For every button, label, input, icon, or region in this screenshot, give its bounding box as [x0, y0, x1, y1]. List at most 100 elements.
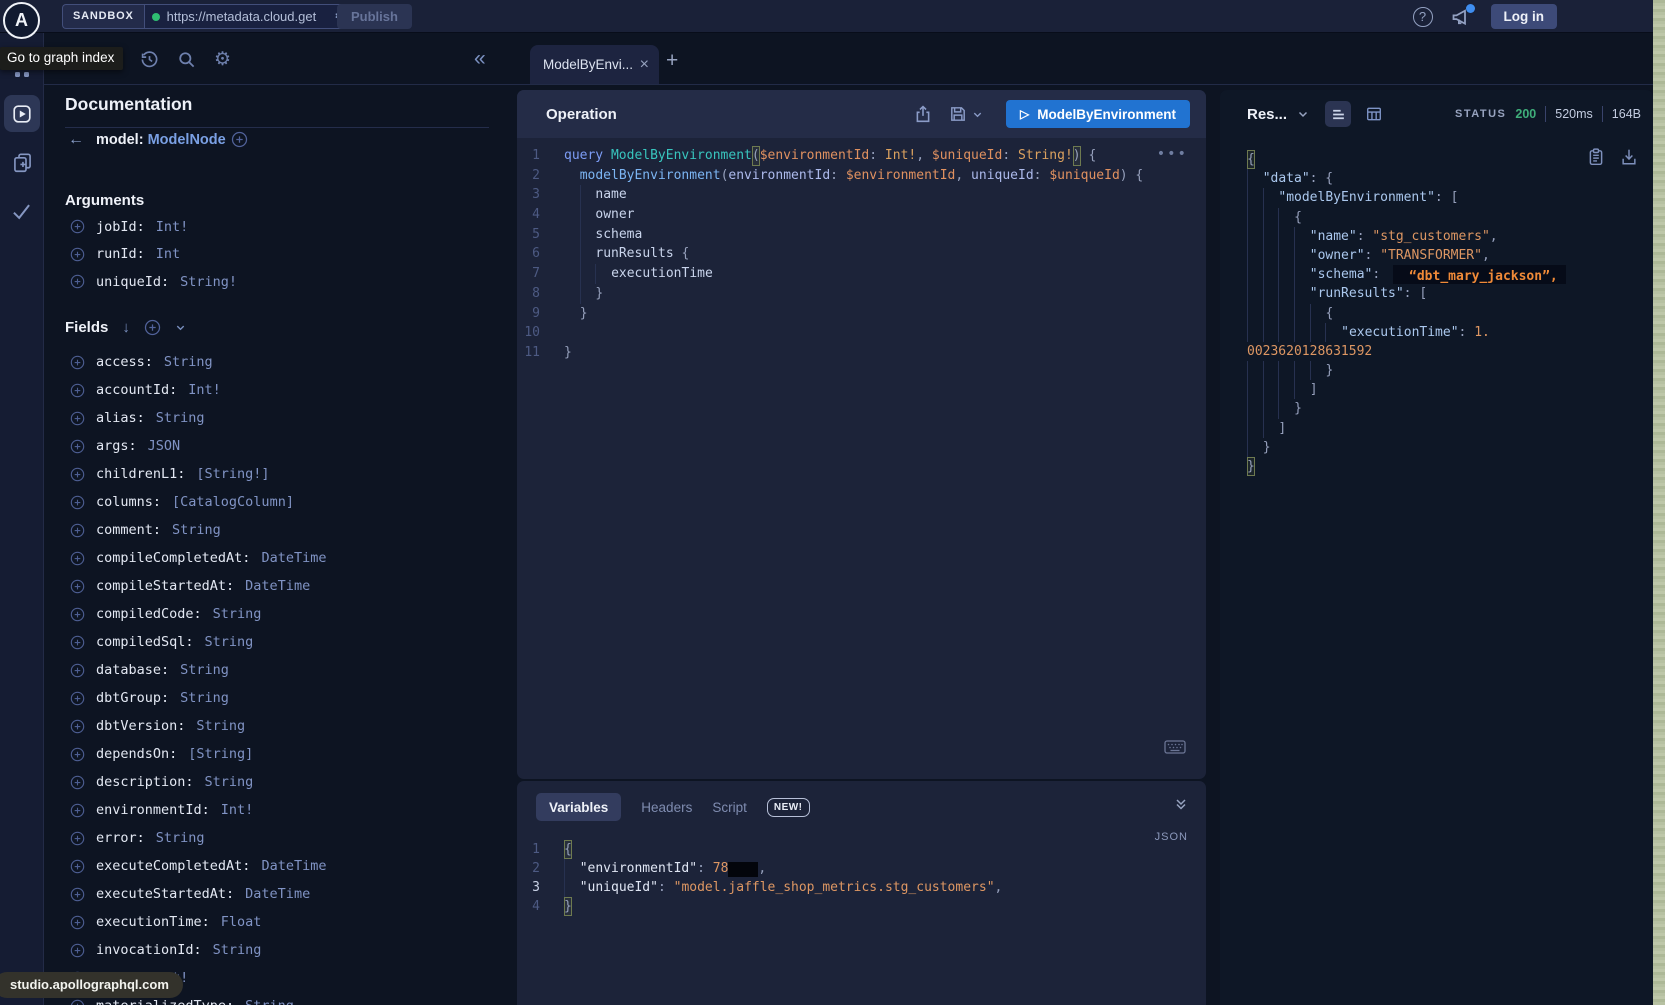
add-field-plus-icon[interactable]	[70, 943, 85, 958]
field-row[interactable]: args:JSON	[44, 432, 517, 460]
code-line[interactable]: }	[1247, 438, 1653, 457]
field-row[interactable]: accountId:Int!	[44, 376, 517, 404]
field-row[interactable]: dependsOn:[String]	[44, 740, 517, 768]
endpoint-url-field[interactable]: https://metadata.cloud.get ⚙	[144, 4, 356, 29]
keyboard-shortcuts-icon[interactable]	[1164, 739, 1186, 755]
add-field-plus-icon[interactable]	[70, 691, 85, 706]
add-field-plus-icon[interactable]	[70, 551, 85, 566]
add-field-plus-icon[interactable]	[70, 495, 85, 510]
table-view-toggle[interactable]	[1361, 101, 1387, 127]
field-row[interactable]: executionTime:Float	[44, 908, 517, 936]
field-row[interactable]: childrenL1:[String!]	[44, 460, 517, 488]
field-row[interactable]: error:String	[44, 824, 517, 852]
code-line[interactable]: ]	[1247, 419, 1653, 438]
add-field-plus-icon[interactable]	[70, 663, 85, 678]
code-line[interactable]: {	[1247, 208, 1653, 227]
field-row[interactable]: environmentId:Int!	[44, 796, 517, 824]
field-row[interactable]: executeCompletedAt:DateTime	[44, 852, 517, 880]
endpoint-url[interactable]: https://metadata.cloud.get	[167, 9, 328, 24]
code-line[interactable]: 9}	[517, 304, 1206, 324]
tab-headers[interactable]: Headers	[641, 800, 692, 815]
search-icon[interactable]	[177, 50, 196, 69]
add-field-plus-icon[interactable]	[70, 219, 85, 234]
response-chevron-icon[interactable]	[1297, 108, 1309, 120]
add-field-plus-icon[interactable]	[70, 607, 85, 622]
code-line[interactable]: }	[1247, 399, 1653, 418]
settings-gear-icon[interactable]: ⚙	[214, 50, 231, 69]
code-line[interactable]: "runResults": [	[1247, 284, 1653, 303]
add-field-plus-icon[interactable]	[70, 274, 85, 289]
code-line[interactable]: 8}	[517, 284, 1206, 304]
add-field-plus-icon[interactable]	[70, 247, 85, 262]
code-line[interactable]: 2modelByEnvironment(environmentId: $envi…	[517, 166, 1206, 186]
add-field-plus-icon[interactable]	[70, 383, 85, 398]
collapse-sidebar-icon[interactable]: «	[474, 47, 486, 71]
run-operation-button[interactable]: ▷ ModelByEnvironment	[1006, 100, 1190, 128]
field-row[interactable]: dbtGroup:String	[44, 684, 517, 712]
add-field-plus-icon[interactable]	[70, 915, 85, 930]
sort-arrow-icon[interactable]: ↓	[122, 319, 130, 336]
code-line[interactable]: {	[1247, 150, 1653, 169]
add-field-plus-icon[interactable]	[70, 831, 85, 846]
field-row[interactable]: access:String	[44, 348, 517, 376]
add-field-plus-icon[interactable]	[70, 747, 85, 762]
code-line[interactable]: 3"uniqueId": "model.jaffle_shop_metrics.…	[517, 878, 1206, 897]
code-line[interactable]: "name": "stg_customers",	[1247, 227, 1653, 246]
code-line[interactable]: 3name	[517, 185, 1206, 205]
announcements-icon[interactable]	[1451, 7, 1473, 27]
save-icon[interactable]	[949, 105, 983, 123]
field-row[interactable]: database:String	[44, 656, 517, 684]
tab-script[interactable]: Script	[712, 800, 747, 815]
add-field-plus-icon[interactable]	[70, 579, 85, 594]
tab-variables[interactable]: Variables	[536, 793, 621, 821]
add-field-plus-icon[interactable]	[70, 999, 85, 1005]
field-row[interactable]: alias:String	[44, 404, 517, 432]
add-all-fields-plus-icon[interactable]	[144, 319, 161, 336]
close-tab-icon[interactable]: ×	[640, 57, 649, 73]
code-line[interactable]: }	[1247, 361, 1653, 380]
new-tab-plus-icon[interactable]: +	[666, 49, 678, 73]
add-field-plus-icon[interactable]	[70, 887, 85, 902]
code-line[interactable]: "data": {	[1247, 169, 1653, 188]
checks-nav-icon[interactable]	[11, 201, 32, 222]
field-row[interactable]: comment:String	[44, 516, 517, 544]
field-row[interactable]: description:String	[44, 768, 517, 796]
code-line[interactable]: }	[1247, 457, 1653, 476]
more-options-icon[interactable]: •••	[1157, 146, 1188, 162]
explorer-nav-item[interactable]	[4, 95, 40, 132]
field-row[interactable]: runId:Int	[44, 241, 517, 269]
code-line[interactable]: 1query ModelByEnvironment($environmentId…	[517, 146, 1206, 166]
add-field-plus-icon[interactable]	[70, 775, 85, 790]
field-row[interactable]: dbtVersion:String	[44, 712, 517, 740]
operation-tab[interactable]: ModelByEnvi... ×	[530, 45, 659, 84]
apollo-logo[interactable]: A	[3, 2, 40, 39]
history-icon[interactable]	[140, 50, 159, 69]
code-line[interactable]: 5schema	[517, 225, 1206, 245]
code-line[interactable]: 6runResults {	[517, 244, 1206, 264]
code-line[interactable]: 11}	[517, 343, 1206, 363]
add-field-plus-icon[interactable]	[70, 355, 85, 370]
field-row[interactable]: uniqueId:String!	[44, 268, 517, 296]
add-field-plus-icon[interactable]	[70, 859, 85, 874]
add-field-plus-icon[interactable]	[70, 467, 85, 482]
code-line[interactable]: 4owner	[517, 205, 1206, 225]
field-row[interactable]: compileStartedAt:DateTime	[44, 572, 517, 600]
variables-editor[interactable]: 1{2"environmentId": 78,3"uniqueId": "mod…	[517, 836, 1206, 916]
login-button[interactable]: Log in	[1491, 4, 1558, 29]
code-line[interactable]: "modelByEnvironment": [	[1247, 188, 1653, 207]
code-line[interactable]: 2"environmentId": 78,	[517, 859, 1206, 878]
code-line[interactable]: "executionTime": 1.	[1247, 323, 1653, 342]
field-row[interactable]: columns:[CatalogColumn]	[44, 488, 517, 516]
help-icon[interactable]: ?	[1413, 7, 1433, 27]
code-line[interactable]: 4}	[517, 897, 1206, 916]
field-row[interactable]: compileCompletedAt:DateTime	[44, 544, 517, 572]
add-field-plus-icon[interactable]	[70, 411, 85, 426]
publish-button[interactable]: Publish	[337, 4, 412, 29]
add-field-plus-icon[interactable]	[70, 439, 85, 454]
field-row[interactable]: invocationId:String	[44, 936, 517, 964]
response-body[interactable]: {"data": {"modelByEnvironment": [{"name"…	[1220, 138, 1653, 1005]
add-field-plus-icon[interactable]	[70, 803, 85, 818]
text-view-toggle[interactable]	[1325, 101, 1351, 127]
add-field-plus-icon[interactable]	[70, 635, 85, 650]
code-line[interactable]: "owner": "TRANSFORMER",	[1247, 246, 1653, 265]
